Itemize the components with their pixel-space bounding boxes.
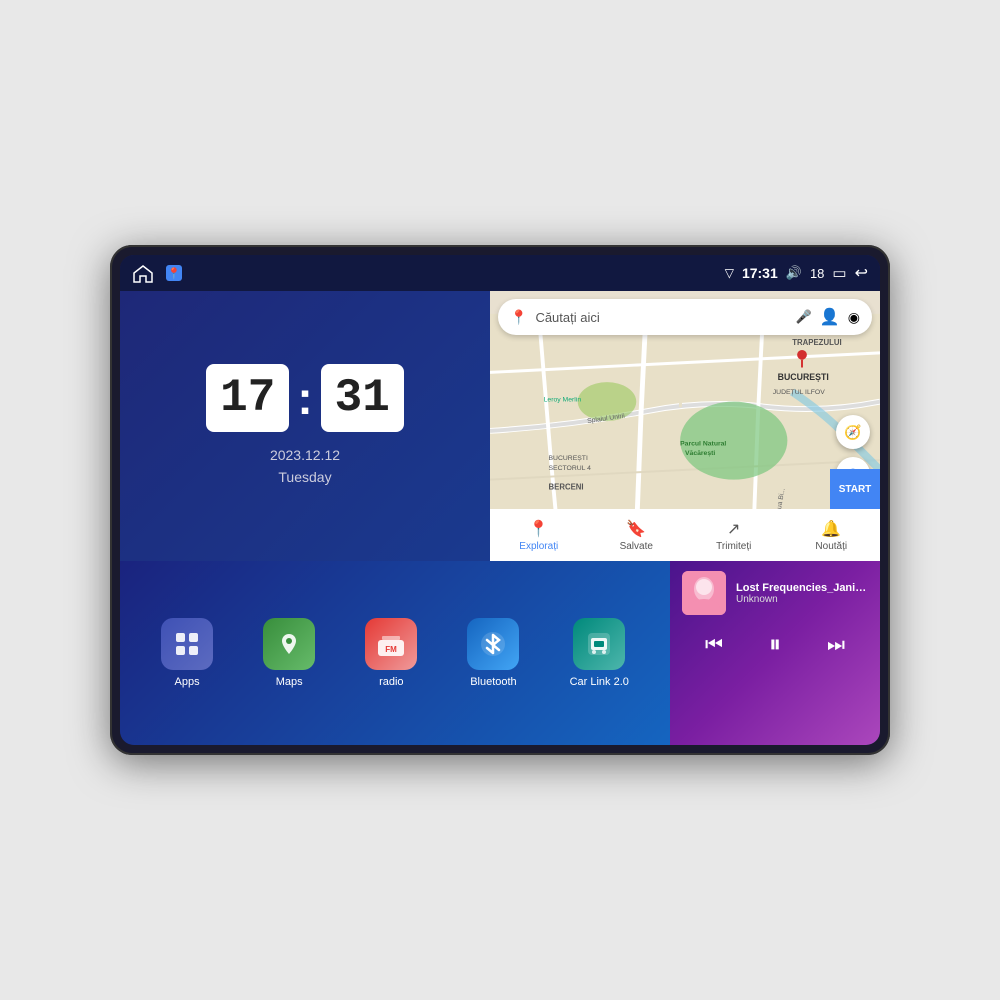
app-label-bluetooth: Bluetooth [470,676,516,688]
car-head-unit: 📍 ▽ 17:31 🔊 18 ▭ ↩ 17 : [110,245,890,755]
clock-display: 17 : 31 [206,364,404,432]
app-item-carlink[interactable]: Car Link 2.0 [570,618,629,688]
map-nav-news-label: Noutăți [815,541,847,552]
maps-svg-icon [275,630,303,658]
mic-icon[interactable]: 🎤 [796,309,812,325]
clock-panel: 17 : 31 2023.12.12 Tuesday [120,291,490,561]
map-nav-share[interactable]: ↗ Trimiteți [685,519,783,552]
carlink-svg-icon [585,630,613,658]
layers-icon[interactable]: ◉ [848,309,860,326]
apps-icon [161,618,213,670]
back-icon[interactable]: ↩ [855,263,868,283]
volume-icon: 🔊 [786,265,802,281]
status-right: ▽ 17:31 🔊 18 ▭ ↩ [725,263,868,283]
map-search-text[interactable]: Căutați aici [535,310,787,325]
map-bottom-nav: 📍 Explorați 🔖 Salvate ↗ Trimiteți 🔔 [490,509,880,561]
battery-icon: ▭ [832,264,846,282]
app-item-radio[interactable]: FM radio [365,618,417,688]
svg-text:FM: FM [386,645,398,654]
home-icon[interactable] [132,263,154,283]
app-item-apps[interactable]: Apps [161,618,213,688]
music-artist: Unknown [736,594,868,605]
status-left: 📍 [132,263,184,283]
top-row: 17 : 31 2023.12.12 Tuesday [120,291,880,561]
music-album-art [682,571,726,615]
music-prev-button[interactable]: ⏮ [697,630,731,661]
map-nav-share-label: Trimiteți [716,541,751,552]
share-icon: ↗ [727,519,740,539]
svg-text:BUCUREȘTI: BUCUREȘTI [778,372,829,382]
maps-icon [263,618,315,670]
app-label-apps: Apps [175,676,200,688]
clock-date: 2023.12.12 Tuesday [270,444,340,489]
app-item-maps[interactable]: Maps [263,618,315,688]
app-item-bluetooth[interactable]: Bluetooth [467,618,519,688]
map-nav-saved[interactable]: 🔖 Salvate [588,519,686,552]
status-time: 17:31 [742,265,778,281]
clock-colon: : [297,371,312,425]
music-info-row: Lost Frequencies_Janieck Devy-... Unknow… [682,571,868,615]
main-content: 17 : 31 2023.12.12 Tuesday [120,291,880,745]
svg-text:JUDEȚUL ILFOV: JUDEȚUL ILFOV [773,389,825,396]
svg-text:Parcul Natural: Parcul Natural [680,441,726,448]
svg-text:BERCENI: BERCENI [549,482,584,491]
svg-text:📍: 📍 [167,267,181,280]
music-controls: ⏮ ⏸ ⏭ [682,623,868,667]
app-label-maps: Maps [276,676,303,688]
map-nav-explore[interactable]: 📍 Explorați [490,519,588,552]
app-label-radio: radio [379,676,403,688]
apps-grid-icon [173,630,201,658]
svg-text:SECTORUL 4: SECTORUL 4 [549,465,592,472]
status-bar: 📍 ▽ 17:31 🔊 18 ▭ ↩ [120,255,880,291]
map-compass-button[interactable]: 🧭 [836,415,870,449]
bluetooth-svg-icon [479,630,507,658]
news-icon: 🔔 [821,519,841,539]
clock-hours: 17 [206,364,289,432]
bottom-row: Apps Maps [120,561,880,745]
svg-text:TRAPEZULUI: TRAPEZULUI [792,338,841,347]
svg-text:Văcărești: Văcărești [685,450,715,457]
map-start-button[interactable]: START [830,469,880,509]
saved-icon: 🔖 [626,519,646,539]
maps-status-icon: 📍 [164,263,184,283]
music-title: Lost Frequencies_Janieck Devy-... [736,582,868,594]
clock-date-value: 2023.12.12 [270,444,340,466]
carlink-icon [573,618,625,670]
volume-level: 18 [810,266,824,281]
svg-text:BUCUREȘTI: BUCUREȘTI [549,455,588,462]
clock-minutes: 31 [321,364,404,432]
device-screen: 📍 ▽ 17:31 🔊 18 ▭ ↩ 17 : [120,255,880,745]
music-next-button[interactable]: ⏭ [819,630,853,661]
map-nav-news[interactable]: 🔔 Noutăți [783,519,881,552]
apps-panel: Apps Maps [120,561,670,745]
album-art-svg [682,571,726,615]
account-icon[interactable]: 👤 [820,307,840,327]
maps-logo-icon: 📍 [510,309,527,326]
clock-day: Tuesday [270,466,340,488]
svg-text:Leroy Merlin: Leroy Merlin [544,397,582,404]
music-panel: Lost Frequencies_Janieck Devy-... Unknow… [670,561,880,745]
app-label-carlink: Car Link 2.0 [570,676,629,688]
map-panel[interactable]: Splaiul Unirii Șoseaua Bi... TRAPEZULUI … [490,291,880,561]
bluetooth-icon [467,618,519,670]
radio-icon: FM [365,618,417,670]
music-play-pause-button[interactable]: ⏸ [761,627,789,663]
map-search-bar[interactable]: 📍 Căutați aici 🎤 👤 ◉ [498,299,872,335]
signal-icon: ▽ [725,266,734,280]
music-text: Lost Frequencies_Janieck Devy-... Unknow… [736,582,868,605]
map-nav-saved-label: Salvate [620,541,653,552]
radio-svg-icon: FM [376,630,406,658]
compass-icon: 🧭 [844,424,861,441]
map-nav-explore-label: Explorați [519,541,558,552]
explore-icon: 📍 [529,519,549,539]
